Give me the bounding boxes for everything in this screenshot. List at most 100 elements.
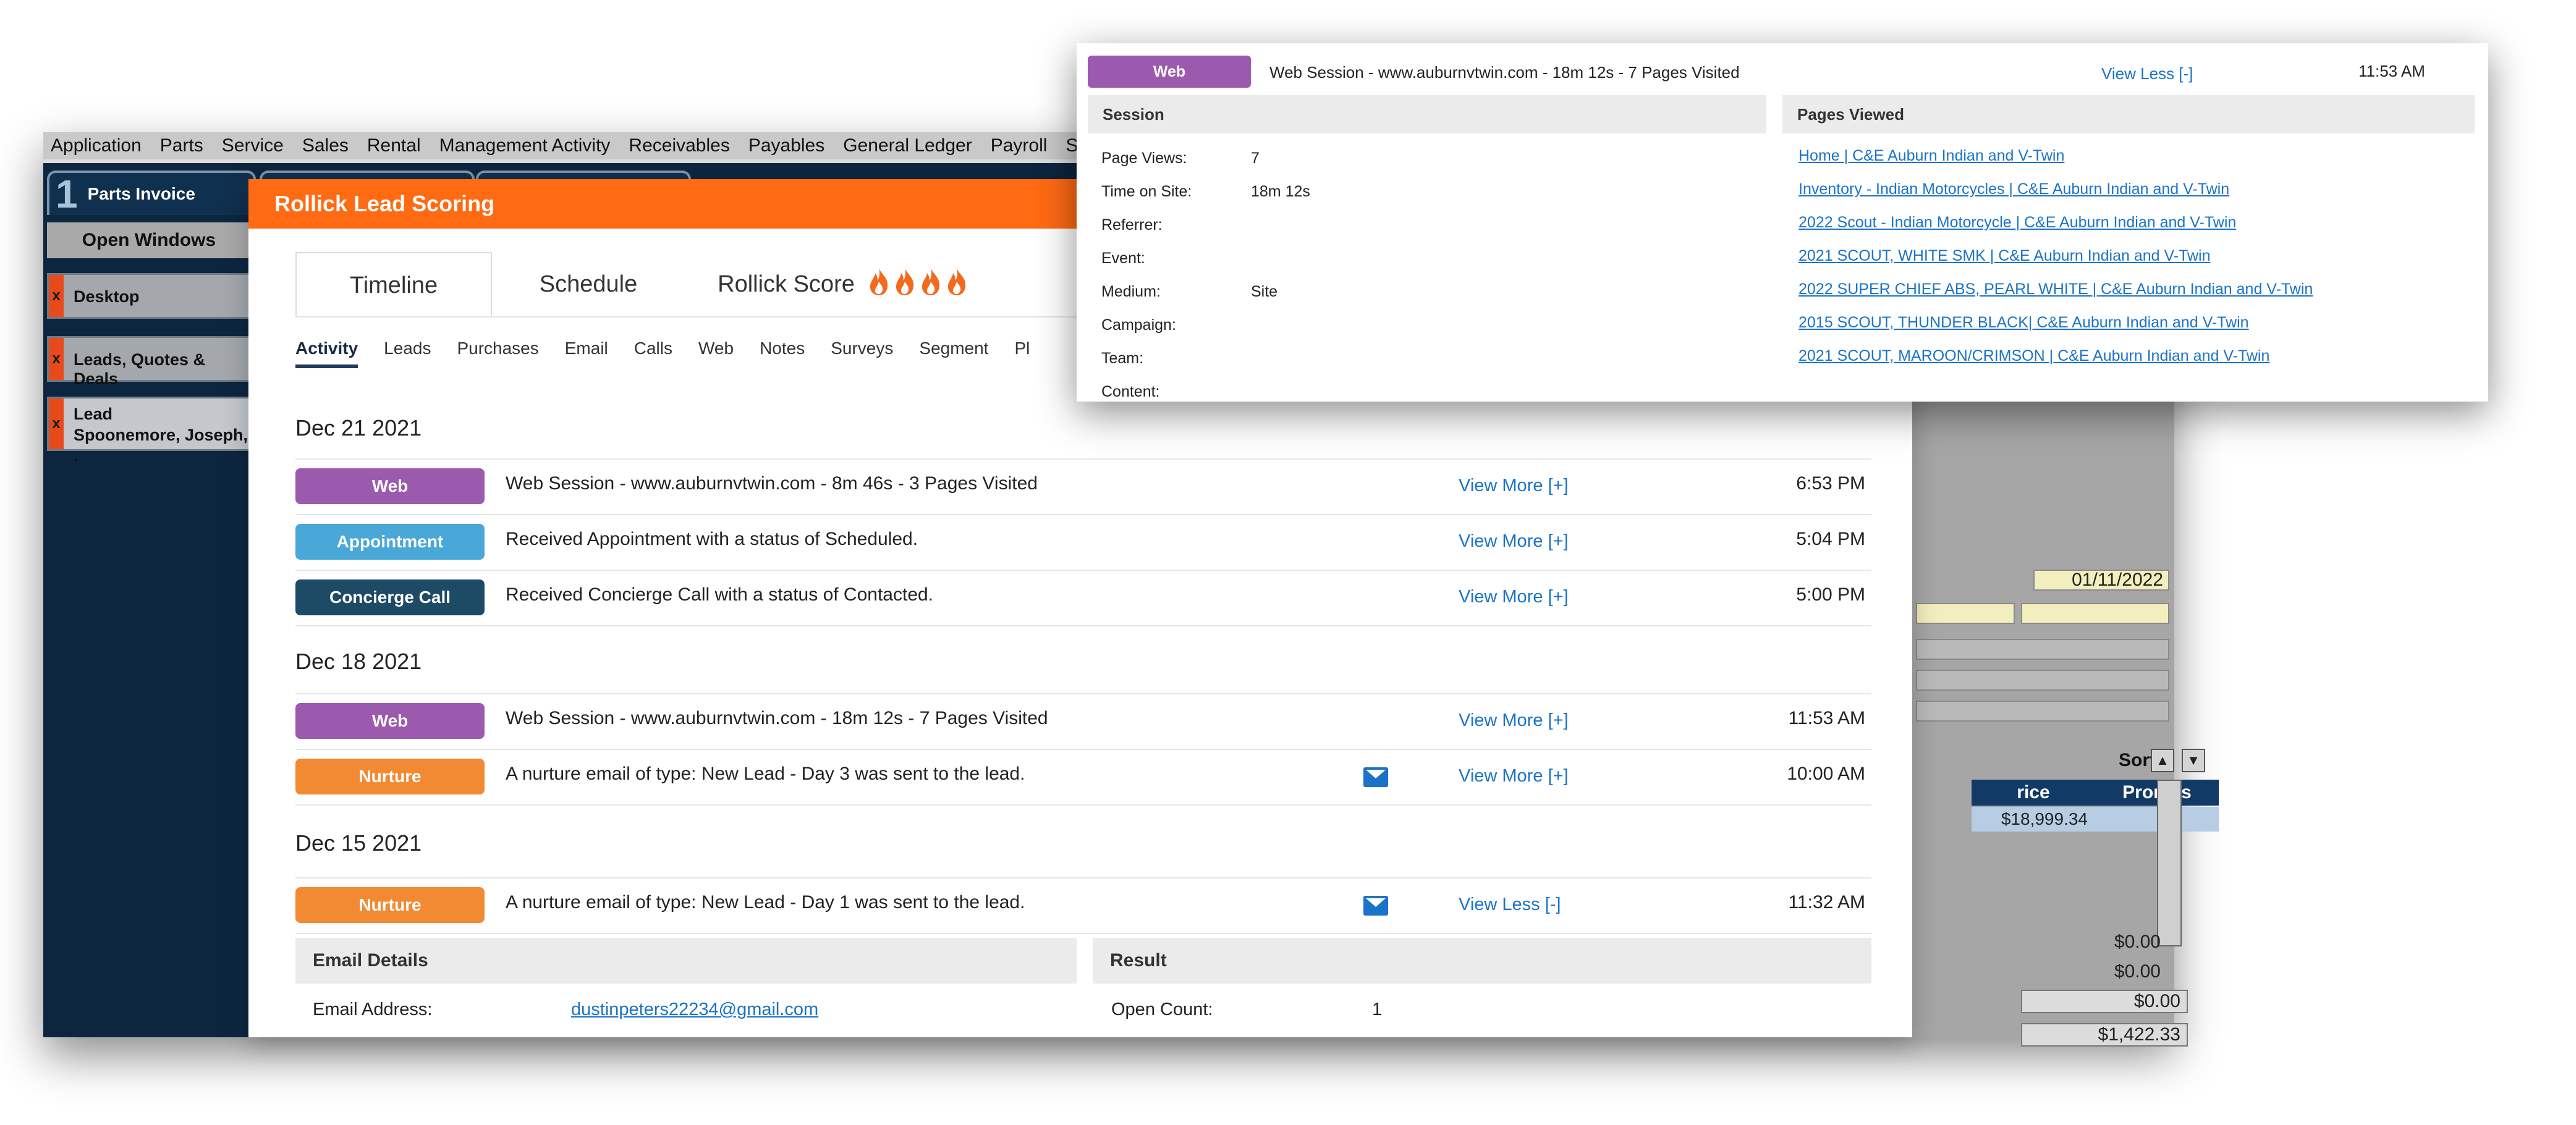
window-label-line1: Lead bbox=[74, 405, 113, 423]
row-time: 11:32 AM bbox=[1788, 892, 1865, 912]
page-viewed-link[interactable]: Inventory - Indian Motorcycles | C&E Aub… bbox=[1799, 180, 2229, 198]
sort-label: Sort bbox=[2119, 750, 2156, 770]
grid-cell-price: $18,999.34 bbox=[2001, 809, 2088, 828]
session-label: Page Views: bbox=[1101, 150, 1187, 167]
subtab-purchases[interactable]: Purchases bbox=[457, 339, 538, 368]
nurture-badge: Nurture bbox=[295, 759, 485, 794]
subtab-email[interactable]: Email bbox=[565, 339, 608, 368]
page-viewed-link[interactable]: 2021 SCOUT, WHITE SMK | C&E Auburn India… bbox=[1799, 247, 2211, 265]
page-viewed-link[interactable]: 2015 SCOUT, THUNDER BLACK| C&E Auburn In… bbox=[1799, 314, 2249, 332]
row-text: Received Appointment with a status of Sc… bbox=[506, 529, 918, 549]
menu-sales[interactable]: Sales bbox=[302, 135, 349, 156]
menu-parts[interactable]: Parts bbox=[160, 135, 203, 156]
timeline-row: Appointment Received Appointment with a … bbox=[295, 514, 1871, 571]
tab-timeline[interactable]: Timeline bbox=[295, 252, 492, 318]
yellow-field-right[interactable] bbox=[2021, 603, 2169, 624]
view-more-link[interactable]: View More [+] bbox=[1459, 710, 1569, 731]
grid-scrollbar[interactable] bbox=[2157, 780, 2182, 946]
appointment-badge: Appointment bbox=[295, 524, 485, 560]
open-count-label: Open Count: bbox=[1111, 1000, 1213, 1019]
close-icon[interactable]: x bbox=[49, 275, 64, 317]
result-header: Result bbox=[1093, 938, 1871, 984]
subtab-web[interactable]: Web bbox=[698, 339, 734, 368]
close-icon[interactable]: x bbox=[49, 338, 64, 380]
window-label: Lead Spoonemore, Joseph, . bbox=[74, 403, 249, 466]
view-less-link[interactable]: View Less [-] bbox=[1459, 895, 1561, 915]
sort-up-icon[interactable]: ▲ bbox=[2151, 749, 2174, 772]
tab-rollick-score[interactable]: Rollick Score bbox=[681, 252, 891, 316]
session-value: Site bbox=[1251, 283, 1278, 300]
row-text: Received Concierge Call with a status of… bbox=[506, 584, 934, 605]
session-label: Team: bbox=[1101, 350, 1144, 367]
mail-icon[interactable] bbox=[1363, 767, 1388, 787]
row-text: Web Session - www.auburnvtwin.com - 18m … bbox=[506, 708, 1048, 728]
subtab-notes[interactable]: Notes bbox=[760, 339, 805, 368]
tab-label: Parts Invoice bbox=[87, 184, 195, 203]
window-item-lead[interactable]: x Lead Spoonemore, Joseph, . bbox=[47, 397, 251, 465]
session-value: 18m 12s bbox=[1251, 183, 1310, 200]
session-label: Referrer: bbox=[1101, 216, 1163, 234]
grey-field-1[interactable] bbox=[1916, 639, 2169, 660]
subtab-calls[interactable]: Calls bbox=[634, 339, 672, 368]
window-item-desktop[interactable]: x Desktop bbox=[47, 273, 251, 319]
row-time: 11:53 AM bbox=[2358, 62, 2425, 80]
parts-invoice-tab[interactable]: 1 Parts Invoice bbox=[47, 171, 256, 216]
tab-schedule[interactable]: Schedule bbox=[508, 252, 669, 316]
row-text: A nurture email of type: New Lead - Day … bbox=[506, 764, 1025, 784]
menu-service[interactable]: Service bbox=[222, 135, 284, 156]
flame-icon bbox=[870, 268, 888, 295]
session-label: Time on Site: bbox=[1101, 183, 1192, 200]
session-label: Content: bbox=[1101, 383, 1160, 400]
mail-icon[interactable] bbox=[1363, 896, 1388, 916]
subtab-more[interactable]: Pl bbox=[1014, 339, 1030, 368]
menu-payroll[interactable]: Payroll bbox=[991, 135, 1048, 156]
web-badge: Web bbox=[295, 468, 485, 504]
rollick-score-flames bbox=[866, 267, 969, 297]
date-heading: Dec 21 2021 bbox=[295, 415, 422, 440]
sort-down-icon[interactable]: ▼ bbox=[2182, 749, 2205, 772]
subtab-leads[interactable]: Leads bbox=[384, 339, 431, 368]
pages-viewed-header: Pages Viewed bbox=[1782, 95, 2475, 133]
email-address-label: Email Address: bbox=[313, 1000, 433, 1019]
close-icon[interactable]: x bbox=[49, 398, 64, 449]
row-time: 11:53 AM bbox=[1788, 708, 1865, 728]
yellow-field-left[interactable] bbox=[1916, 603, 2015, 624]
row-text: Web Session - www.auburnvtwin.com - 8m 4… bbox=[506, 473, 1038, 494]
flame-icon bbox=[947, 268, 966, 295]
grey-field-3[interactable] bbox=[1916, 701, 2169, 722]
view-more-link[interactable]: View More [+] bbox=[1459, 476, 1569, 496]
total-field-1: $0.00 bbox=[2021, 990, 2188, 1013]
page-viewed-link[interactable]: 2021 SCOUT, MAROON/CRIMSON | C&E Auburn … bbox=[1799, 347, 2269, 365]
subtab-activity[interactable]: Activity bbox=[295, 339, 358, 368]
window-label: Leads, Quotes & Deals bbox=[74, 350, 206, 388]
total-value-3: $0.00 bbox=[2114, 932, 2161, 952]
view-more-link[interactable]: View More [+] bbox=[1459, 531, 1569, 552]
view-more-link[interactable]: View More [+] bbox=[1459, 766, 1569, 786]
menu-receivables[interactable]: Receivables bbox=[629, 135, 729, 156]
subtab-segment[interactable]: Segment bbox=[919, 339, 988, 368]
web-badge: Web bbox=[1088, 56, 1251, 88]
menu-rental[interactable]: Rental bbox=[367, 135, 421, 156]
page-viewed-link[interactable]: Home | C&E Auburn Indian and V-Twin bbox=[1799, 147, 2064, 165]
timeline-row: Nurture A nurture email of type: New Lea… bbox=[295, 749, 1871, 806]
menu-management-activity[interactable]: Management Activity bbox=[439, 135, 611, 156]
date-field[interactable]: 01/11/2022 bbox=[2033, 570, 2169, 591]
grid-row[interactable]: $18,999.34 bbox=[1972, 807, 2219, 832]
grid-header-price[interactable]: rice bbox=[1972, 780, 2095, 806]
page-viewed-link[interactable]: 2022 SUPER CHIEF ABS, PEARL WHITE | C&E … bbox=[1799, 280, 2313, 298]
grey-field-2[interactable] bbox=[1916, 670, 2169, 691]
session-label: Event: bbox=[1101, 250, 1145, 267]
window-item-leads-quotes-deals[interactable]: x Leads, Quotes & Deals bbox=[47, 336, 251, 388]
menu-general-ledger[interactable]: General Ledger bbox=[843, 135, 972, 156]
row-text: Web Session - www.auburnvtwin.com - 18m … bbox=[1269, 63, 1740, 82]
page-viewed-link[interactable]: 2022 Scout - Indian Motorcycle | C&E Aub… bbox=[1799, 214, 2236, 232]
flame-icon bbox=[896, 268, 914, 295]
view-less-link[interactable]: View Less [-] bbox=[2101, 64, 2193, 83]
grid-header: rice Promos bbox=[1972, 780, 2219, 806]
nurture-badge: Nurture bbox=[295, 887, 485, 923]
subtab-surveys[interactable]: Surveys bbox=[831, 339, 893, 368]
email-address-link[interactable]: dustinpeters22234@gmail.com bbox=[571, 1000, 818, 1020]
menu-application[interactable]: Application bbox=[51, 135, 142, 156]
menu-payables[interactable]: Payables bbox=[748, 135, 824, 156]
view-more-link[interactable]: View More [+] bbox=[1459, 587, 1569, 607]
